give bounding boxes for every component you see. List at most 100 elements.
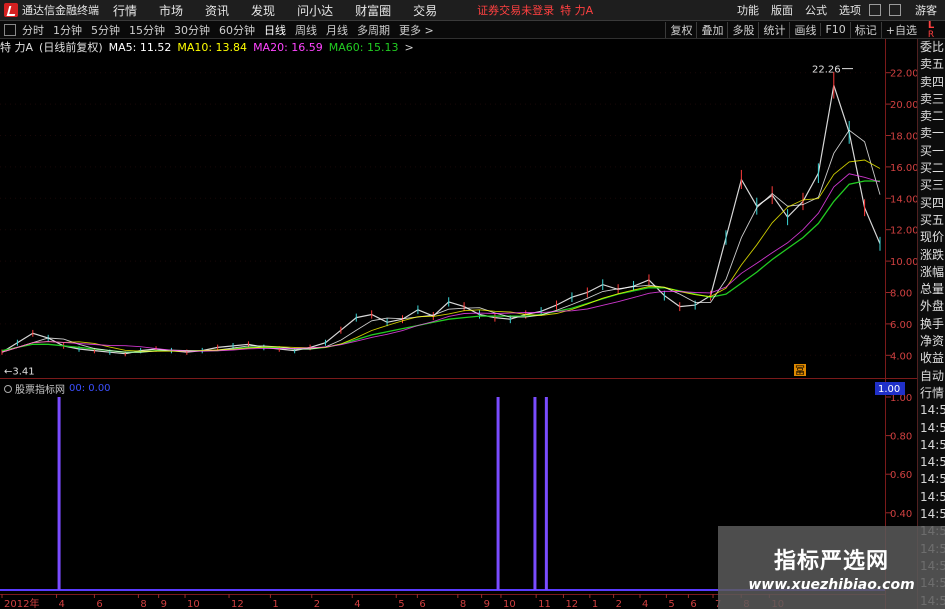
sidebar-item[interactable]: 现价 bbox=[918, 229, 945, 246]
x-tick-label: 2 bbox=[314, 599, 320, 609]
low-price-label: ←3.41 bbox=[4, 367, 35, 378]
period-multi[interactable]: 多周期 bbox=[357, 22, 390, 38]
sidebar-item[interactable]: 换手 bbox=[918, 316, 945, 333]
x-tick-label: 6 bbox=[419, 599, 425, 609]
sidebar-item[interactable]: 卖三 bbox=[918, 91, 945, 108]
signal-bar bbox=[496, 397, 500, 590]
period-1min[interactable]: 1分钟 bbox=[53, 22, 82, 38]
y-tick-label: 18.00 bbox=[890, 132, 917, 143]
sidebar-item[interactable]: 涨跌 bbox=[918, 247, 945, 264]
minimize-icon[interactable] bbox=[869, 4, 881, 16]
x-tick-label: 1 bbox=[592, 599, 598, 609]
legend-stock-name: 特 力A bbox=[0, 41, 34, 54]
menu-trade[interactable]: 交易 bbox=[413, 2, 437, 19]
x-tick-label: 2 bbox=[616, 599, 622, 609]
watermark: 指标严选网 www.xuezhibiao.com bbox=[718, 526, 945, 609]
x-tick-label: 1 bbox=[272, 599, 278, 609]
menu-layout[interactable]: 版面 bbox=[771, 2, 793, 18]
sidebar-item[interactable]: 卖五 bbox=[918, 56, 945, 73]
menu-ask-xiaoda[interactable]: 问小达 bbox=[297, 2, 333, 19]
menu-quotes[interactable]: 行情 bbox=[113, 2, 137, 19]
sidebar-item[interactable]: 总量 bbox=[918, 281, 945, 298]
indicator-title: 股票指标网 00: 0.00 bbox=[4, 381, 111, 396]
ind-value-badge-text: 1.00 bbox=[878, 384, 900, 395]
y-tick-label: 8.00 bbox=[890, 289, 912, 300]
menu-discover[interactable]: 发现 bbox=[251, 2, 275, 19]
menu-wealth-circle[interactable]: 财富圈 bbox=[355, 2, 391, 19]
sidebar-item[interactable]: 14:50 bbox=[918, 437, 945, 454]
tool-multi-stock[interactable]: 多股 bbox=[727, 21, 758, 38]
menu-formula[interactable]: 公式 bbox=[805, 2, 827, 18]
legend-ma20: MA20: 16.59 bbox=[253, 40, 323, 54]
period-monthly[interactable]: 月线 bbox=[326, 22, 348, 38]
period-intraday[interactable]: 分时 bbox=[22, 22, 44, 38]
period-30min[interactable]: 30分钟 bbox=[174, 22, 210, 38]
broker-login-status[interactable]: 证券交易未登录 bbox=[477, 2, 554, 18]
tool-statistics[interactable]: 统计 bbox=[758, 21, 789, 38]
sidebar-item[interactable]: 自动 bbox=[918, 368, 945, 385]
right-menu: 功能 版面 公式 选项 游客 bbox=[725, 2, 945, 18]
signal-bar bbox=[544, 397, 548, 590]
event-marker-label: 冨 bbox=[795, 365, 805, 377]
sidebar-item[interactable]: 买五 bbox=[918, 212, 945, 229]
price-chart[interactable]: 22.00 20.00 18.00 16.00 14.00 12.00 10.00 8.00 6… bbox=[0, 39, 917, 379]
y-tick-label: 12.00 bbox=[890, 226, 917, 237]
event-marker[interactable]: 冨 bbox=[794, 364, 806, 377]
app-title: 通达信金融终端 bbox=[22, 4, 99, 17]
sidebar-item[interactable]: 卖四 bbox=[918, 74, 945, 91]
sidebar-item[interactable]: 买二 bbox=[918, 160, 945, 177]
sidebar-r-label[interactable]: R bbox=[928, 31, 934, 40]
sidebar-item[interactable]: 14:50 bbox=[918, 454, 945, 471]
settings-icon[interactable] bbox=[4, 384, 12, 393]
menu-options[interactable]: 选项 bbox=[839, 2, 861, 18]
period-weekly[interactable]: 周线 bbox=[295, 22, 317, 38]
period-daily[interactable]: 日线 bbox=[264, 22, 286, 38]
sidebar-item[interactable]: 买一 bbox=[918, 143, 945, 160]
tool-draw-line[interactable]: 画线 bbox=[789, 21, 820, 38]
menu-market[interactable]: 市场 bbox=[159, 2, 183, 19]
x-tick-label: 8 bbox=[140, 599, 146, 609]
user-guest-label[interactable]: 游客 bbox=[915, 2, 937, 18]
sidebar-item[interactable]: 卖一 bbox=[918, 125, 945, 142]
tool-f10[interactable]: F10 bbox=[820, 23, 849, 36]
period-15min[interactable]: 15分钟 bbox=[129, 22, 165, 38]
tool-mark[interactable]: 标记 bbox=[849, 21, 881, 38]
menu-function[interactable]: 功能 bbox=[737, 2, 759, 18]
sidebar-item[interactable]: 14:50 bbox=[918, 420, 945, 437]
stock-title: 特 力A bbox=[560, 4, 594, 17]
sidebar-item[interactable]: 14:50 bbox=[918, 489, 945, 506]
menu-news[interactable]: 资讯 bbox=[205, 2, 229, 19]
x-tick-label: 4 bbox=[59, 599, 65, 609]
period-60min[interactable]: 60分钟 bbox=[219, 22, 255, 38]
sidebar-item[interactable]: 行情 bbox=[918, 385, 945, 402]
tool-adjust[interactable]: 复权 bbox=[665, 21, 696, 38]
sidebar-item[interactable]: 14:50 bbox=[918, 402, 945, 419]
legend-ma60: MA60: 15.13 bbox=[328, 40, 399, 54]
sidebar-item[interactable]: 买四 bbox=[918, 195, 945, 212]
watermark-title: 指标严选网 bbox=[773, 548, 889, 574]
period-5min[interactable]: 5分钟 bbox=[91, 22, 120, 38]
sidebar-item[interactable]: 委比 bbox=[918, 39, 945, 56]
tool-add-favorite[interactable]: +自选 bbox=[880, 21, 921, 38]
y-tick-label: 16.00 bbox=[890, 163, 917, 174]
sidebar-item[interactable]: 14:50 bbox=[918, 471, 945, 488]
x-tick-label: 9 bbox=[161, 599, 167, 609]
panel-toggle-icon[interactable] bbox=[4, 23, 16, 36]
y-tick-label: 14.00 bbox=[890, 194, 917, 205]
sidebar-item[interactable]: 收益 bbox=[918, 350, 945, 367]
chevron-right-icon[interactable]: > bbox=[405, 41, 414, 54]
maximize-icon[interactable] bbox=[889, 4, 901, 16]
sidebar-item[interactable]: 净资 bbox=[918, 333, 945, 350]
sidebar-item[interactable]: 涨幅 bbox=[918, 264, 945, 281]
sidebar-item[interactable]: 卖二 bbox=[918, 108, 945, 125]
x-tick-label: 12 bbox=[231, 599, 244, 609]
sidebar-item[interactable]: 买三 bbox=[918, 177, 945, 194]
y-tick-label: 20.00 bbox=[890, 100, 917, 111]
period-toolbar: 分时 1分钟 5分钟 15分钟 30分钟 60分钟 日线 周线 月线 多周期 更… bbox=[0, 21, 945, 39]
sidebar-item[interactable]: 外盘 bbox=[918, 298, 945, 315]
sidebar-item[interactable]: 14:50 bbox=[918, 506, 945, 523]
app-logo-icon bbox=[4, 3, 18, 17]
period-more[interactable]: 更多 > bbox=[399, 22, 434, 38]
indicator-value: 00: 0.00 bbox=[69, 383, 111, 394]
tool-overlay[interactable]: 叠加 bbox=[696, 21, 727, 38]
